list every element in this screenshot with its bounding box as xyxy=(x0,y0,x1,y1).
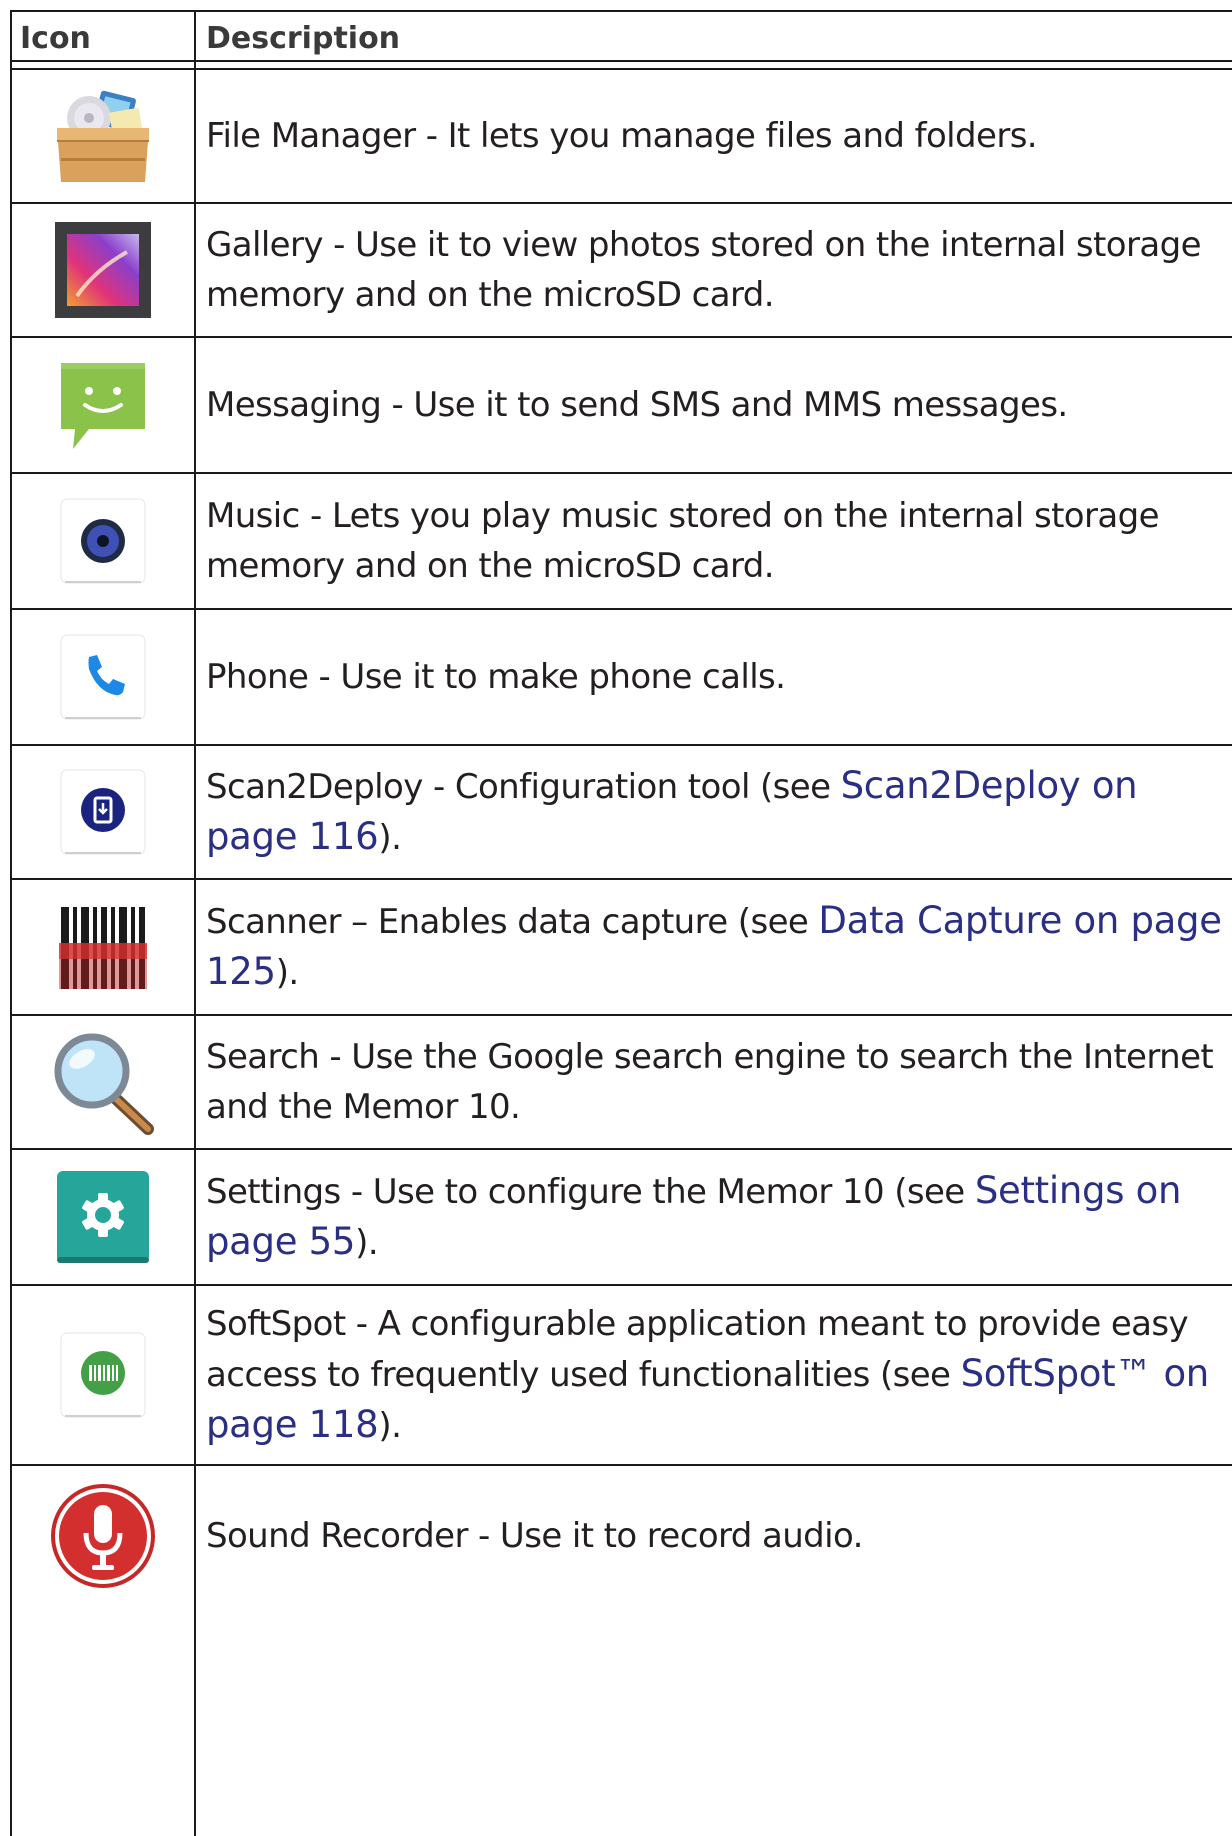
music-description: Music - Lets you play music stored on th… xyxy=(206,496,1160,586)
sound-recorder-description: Sound Recorder - Use it to record audio. xyxy=(206,1516,863,1556)
music-icon xyxy=(12,474,194,608)
table-row: Settings - Use to configure the Memor 10… xyxy=(0,1150,1232,1284)
gallery-icon xyxy=(12,204,194,336)
messaging-description: Messaging - Use it to send SMS and MMS m… xyxy=(206,385,1068,425)
phone-description: Phone - Use it to make phone calls. xyxy=(206,657,786,697)
header-description: Description xyxy=(206,21,401,56)
sound-recorder-icon xyxy=(12,1466,194,1606)
table-row: Sound Recorder - Use it to record audio. xyxy=(0,1466,1232,1606)
search-icon xyxy=(12,1016,194,1148)
gallery-description: Gallery - Use it to view photos stored o… xyxy=(206,225,1201,315)
table-row: SoftSpot - A configurable application me… xyxy=(0,1286,1232,1464)
scanner-icon xyxy=(12,880,194,1014)
header-icon: Icon xyxy=(20,21,91,56)
table-row: File Manager - It lets you manage files … xyxy=(0,70,1232,202)
table-row: Messaging - Use it to send SMS and MMS m… xyxy=(0,338,1232,472)
scan2deploy-icon xyxy=(12,746,194,878)
softspot-description: SoftSpot - A configurable application me… xyxy=(206,1304,1209,1446)
settings-icon xyxy=(12,1150,194,1284)
table-row: Music - Lets you play music stored on th… xyxy=(0,474,1232,608)
file-manager-description: File Manager - It lets you manage files … xyxy=(206,116,1038,156)
table-row: Scan2Deploy - Configuration tool (see Sc… xyxy=(0,746,1232,878)
phone-icon xyxy=(12,610,194,744)
file-manager-icon xyxy=(12,70,194,202)
search-description: Search - Use the Google search engine to… xyxy=(206,1037,1214,1127)
settings-description: Settings - Use to configure the Memor 10… xyxy=(206,1169,1182,1263)
table-row: Gallery - Use it to view photos stored o… xyxy=(0,204,1232,336)
table-row: Search - Use the Google search engine to… xyxy=(0,1016,1232,1148)
table-row: Scanner – Enables data capture (see Data… xyxy=(0,880,1232,1014)
scanner-description: Scanner – Enables data capture (see Data… xyxy=(206,899,1222,993)
messaging-icon xyxy=(12,338,194,472)
app-table: Icon Description File Manager - It lets … xyxy=(0,0,1232,1836)
scan2deploy-description: Scan2Deploy - Configuration tool (see Sc… xyxy=(206,764,1138,858)
table-row: Phone - Use it to make phone calls. xyxy=(0,610,1232,744)
softspot-icon xyxy=(12,1286,194,1464)
